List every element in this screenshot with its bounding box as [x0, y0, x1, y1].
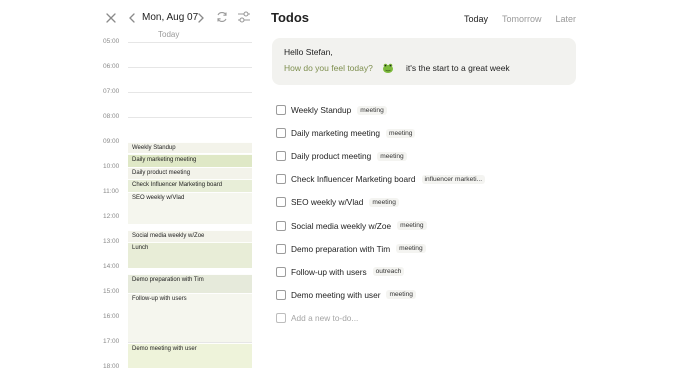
todo-checkbox[interactable]	[276, 197, 286, 208]
tab-later[interactable]: Later	[555, 14, 576, 24]
hour-row: 07:00	[0, 88, 262, 95]
hour-row: 05:00	[0, 38, 262, 45]
calendar-event[interactable]: Lunch	[128, 242, 252, 268]
calendar-panel: Mon, Aug 07 Today 05:00 06:00 07:00 08:00 09…	[0, 0, 262, 383]
todo-tag[interactable]: outreach	[372, 267, 405, 277]
calendar-event[interactable]: Daily marketing meeting	[128, 154, 252, 167]
hour-label: 13:00	[103, 238, 120, 245]
calendar-event[interactable]: Demo meeting with user	[128, 343, 252, 368]
todo-tag[interactable]: meeting	[396, 244, 426, 254]
todo-checkbox[interactable]	[276, 220, 286, 231]
todo-item: Weekly Standup meeting	[276, 104, 387, 116]
hour-gridline	[128, 92, 252, 93]
todo-text[interactable]: Daily marketing meeting	[291, 128, 380, 138]
todo-checkbox[interactable]	[276, 105, 286, 115]
hour-row: 08:00	[0, 113, 262, 120]
tab-today[interactable]: Today	[464, 14, 488, 24]
todo-text[interactable]: Daily product meeting	[291, 151, 371, 161]
hour-label: 17:00	[103, 338, 120, 345]
day-tabs: Today Tomorrow Later	[464, 14, 576, 24]
todo-checkbox[interactable]	[276, 243, 286, 254]
todo-text[interactable]: Check Influencer Marketing board	[291, 174, 416, 184]
todo-item: Daily marketing meeting meeting	[276, 127, 416, 139]
todo-text[interactable]: Social media weekly w/Zoe	[291, 221, 391, 231]
todo-tag[interactable]: meeting	[386, 290, 416, 300]
hour-row: 06:00	[0, 63, 262, 70]
todo-tag[interactable]: meeting	[397, 221, 427, 230]
calendar-event[interactable]: Weekly Standup	[128, 142, 252, 153]
frog-emoji-icon[interactable]	[382, 61, 394, 73]
todo-item: Demo preparation with Tim meeting	[276, 243, 426, 255]
hour-gridline	[128, 117, 252, 118]
add-todo-row[interactable]: Add a new to-do...	[276, 312, 358, 324]
todo-tag[interactable]: meeting	[377, 151, 407, 161]
hour-gridline	[128, 42, 252, 43]
hour-label: 07:00	[103, 88, 120, 95]
todo-checkbox[interactable]	[276, 151, 286, 162]
todo-tag[interactable]: meeting	[369, 197, 399, 207]
todo-item: Demo meeting with user meeting	[276, 289, 416, 301]
hour-label: 06:00	[103, 63, 120, 70]
todo-tag[interactable]: meeting	[357, 105, 387, 115]
todo-item: Social media weekly w/Zoe meeting	[276, 220, 427, 232]
add-todo-checkbox	[276, 312, 286, 323]
todo-text[interactable]: SEO weekly w/Vlad	[291, 197, 363, 207]
page-title: Todos	[271, 10, 310, 25]
greeting-hello: Hello Stefan,	[284, 47, 333, 57]
hour-label: 11:00	[103, 188, 119, 195]
greeting-card: Hello Stefan, How do you feel today? it'…	[272, 38, 576, 85]
calendar-event[interactable]: Check Influencer Marketing board	[128, 179, 252, 192]
add-todo-input[interactable]: Add a new to-do...	[291, 313, 358, 323]
hour-label: 18:00	[103, 363, 120, 370]
hour-label: 16:00	[103, 313, 120, 320]
hour-label: 14:00	[103, 263, 120, 270]
todo-text[interactable]: Demo preparation with Tim	[291, 244, 390, 254]
todo-item: Check Influencer Marketing board influenc…	[276, 173, 486, 185]
hour-label: 08:00	[103, 113, 120, 120]
hour-label: 05:00	[103, 38, 120, 45]
todo-item: Follow-up with users outreach	[276, 266, 405, 278]
todo-item: Daily product meeting meeting	[276, 150, 407, 162]
hour-label: 09:00	[103, 138, 120, 145]
todo-item: SEO weekly w/Vlad meeting	[276, 196, 399, 208]
mood-answer: it's the start to a great week	[406, 63, 510, 73]
todo-text[interactable]: Follow-up with users	[291, 267, 367, 277]
todo-checkbox[interactable]	[276, 174, 286, 185]
todo-checkbox[interactable]	[276, 289, 286, 300]
todo-tag[interactable]: meeting	[386, 128, 416, 138]
tab-tomorrow[interactable]: Tomorrow	[502, 14, 542, 24]
calendar-event[interactable]: Social media weekly w/Zoe	[128, 230, 252, 242]
hour-label: 10:00	[103, 163, 120, 170]
todo-checkbox[interactable]	[276, 128, 286, 139]
hour-gridline	[128, 67, 252, 68]
todo-tag[interactable]: influencer marketi...	[421, 174, 486, 184]
calendar-event[interactable]: Daily product meeting	[128, 167, 252, 179]
todo-checkbox[interactable]	[276, 266, 286, 277]
calendar-event[interactable]: Demo preparation with Tim	[128, 274, 252, 293]
calendar-event[interactable]: Follow-up with users	[128, 293, 252, 342]
todo-text[interactable]: Weekly Standup	[291, 105, 351, 115]
todo-text[interactable]: Demo meeting with user	[291, 290, 380, 300]
mood-question[interactable]: How do you feel today?	[284, 63, 373, 73]
hour-label: 15:00	[103, 288, 120, 295]
calendar-event[interactable]: SEO weekly w/Vlad	[128, 192, 252, 224]
hour-label: 12:00	[103, 213, 120, 220]
